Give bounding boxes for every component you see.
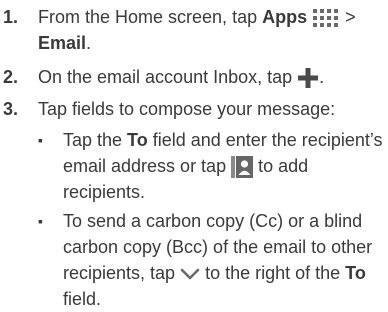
- apps-label: Apps: [262, 7, 308, 27]
- bullet-text: To send a carbon copy (Cc) or a blind ca…: [63, 211, 373, 309]
- step-number: 3.: [3, 99, 19, 119]
- instructions-document: 1. From the Home screen, tap Apps > Emai…: [0, 0, 388, 310]
- step-text: Tap fields to compose your message:: [38, 99, 336, 119]
- bullet-marker: ▪: [38, 132, 43, 148]
- to-field-label: To: [345, 263, 366, 283]
- bullet-text: Tap the To field and enter the recipient…: [63, 130, 383, 202]
- step-text: From the Home screen, tap Apps > Email.: [38, 7, 356, 53]
- contact-card-icon: [231, 156, 254, 179]
- plus-icon: [298, 68, 319, 89]
- step-text: On the email account Inbox, tap .: [38, 64, 384, 90]
- step-number: 2.: [3, 67, 19, 87]
- step-number: 1.: [3, 7, 19, 27]
- email-label: Email: [38, 33, 87, 53]
- apps-grid-icon: [313, 9, 339, 28]
- chevron-down-icon: [180, 268, 200, 280]
- bullet-marker: ▪: [38, 213, 43, 229]
- to-field-label: To: [127, 130, 148, 150]
